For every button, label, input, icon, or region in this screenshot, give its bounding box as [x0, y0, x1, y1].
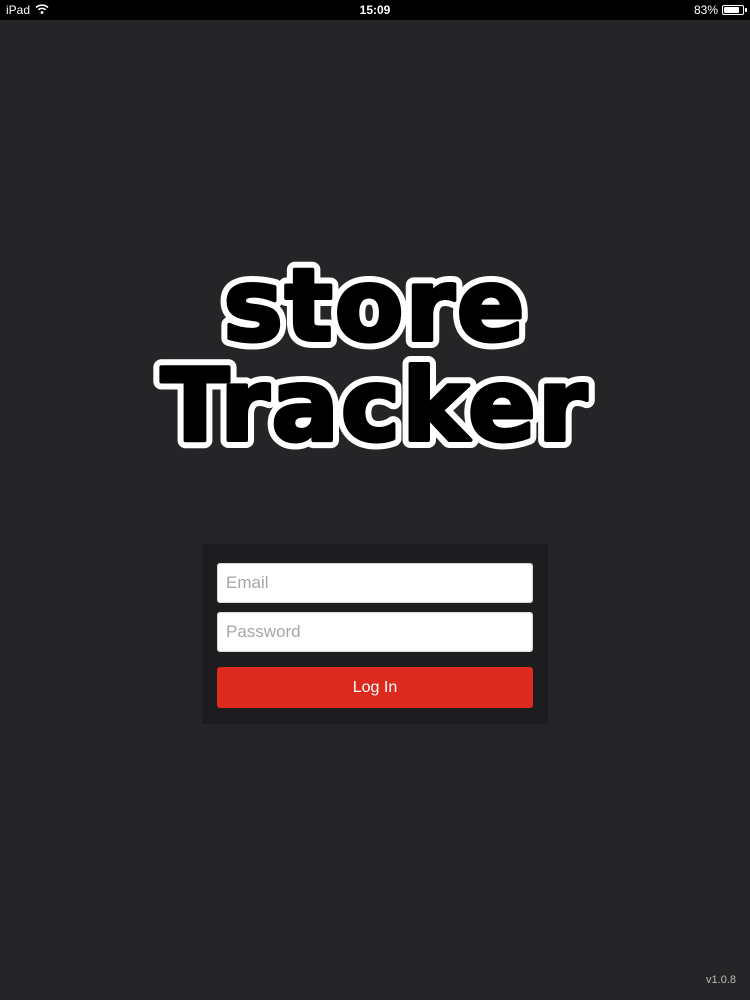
logo-graphic: store Tracker store Tracker [153, 255, 595, 465]
status-right: 83% [693, 0, 747, 20]
battery-percent: 83% [693, 3, 718, 17]
store-tracker-logo: store Tracker store Tracker [115, 255, 635, 465]
battery-nub [745, 8, 747, 12]
status-bar: iPad 15:09 83% [0, 0, 750, 20]
login-screen: iPad 15:09 83% store Tracker store Track… [0, 0, 750, 1000]
password-field[interactable] [217, 612, 533, 652]
email-field[interactable] [217, 563, 533, 603]
logo-line2: Tracker [161, 347, 589, 464]
version-label: v1.0.8 [706, 974, 736, 986]
login-button[interactable]: Log In [217, 667, 533, 708]
status-time: 15:09 [359, 3, 391, 17]
login-card: Log In [202, 544, 548, 724]
battery-icon [722, 5, 747, 15]
battery-fill [724, 7, 739, 13]
